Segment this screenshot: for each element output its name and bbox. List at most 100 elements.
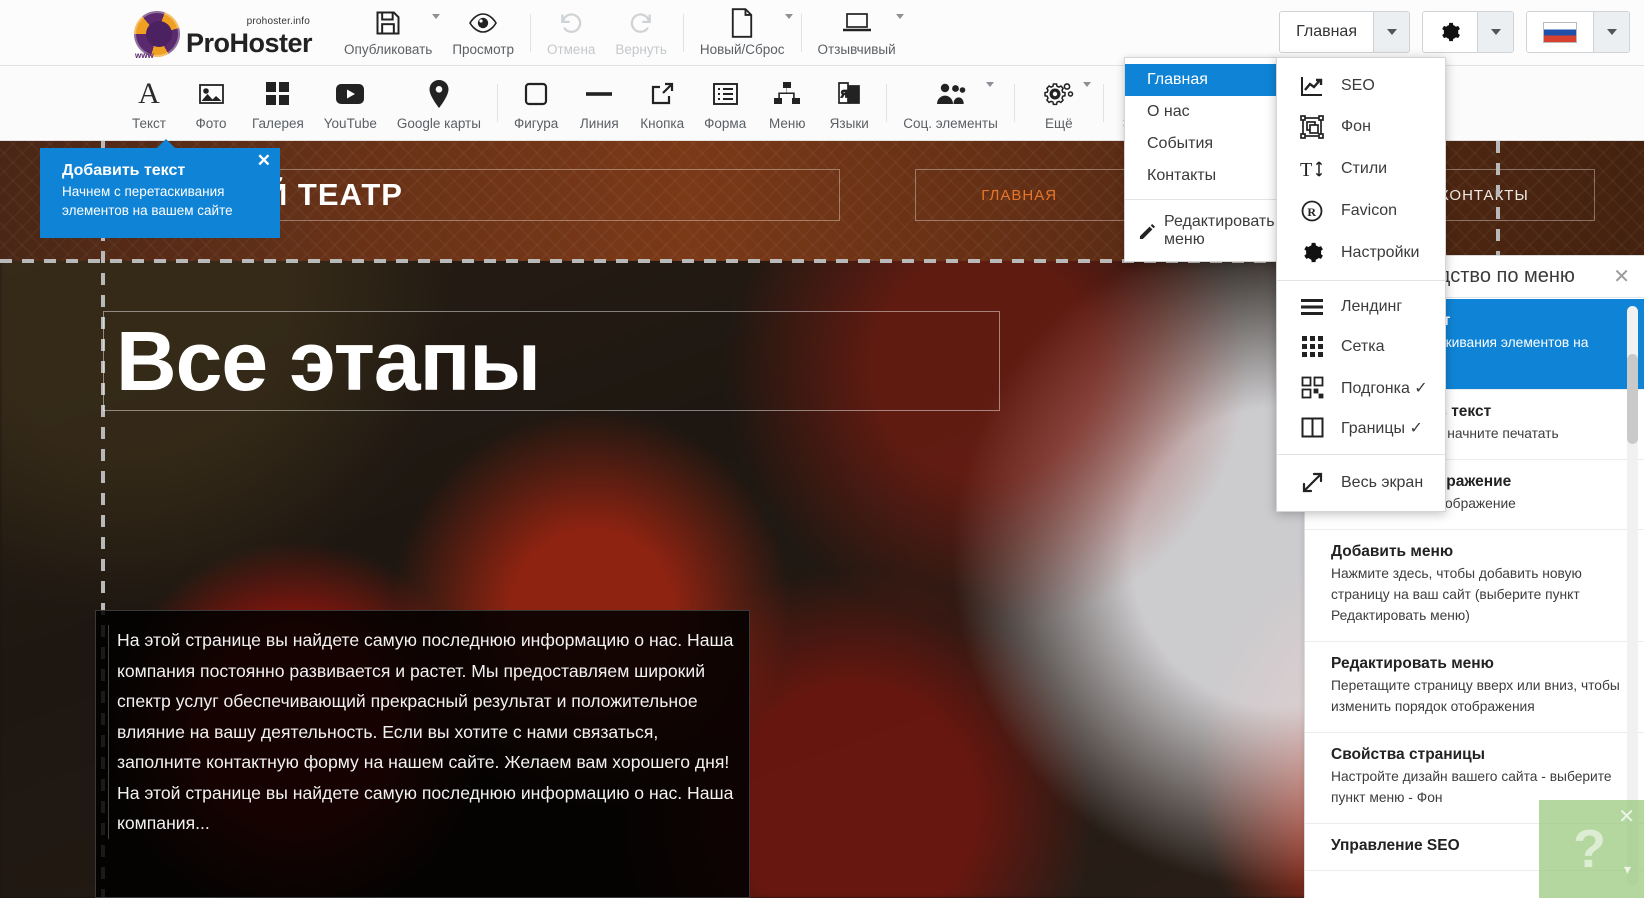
pages-dropdown-menu[interactable]: Главная О нас События Контакты Редактиро… [1124, 57, 1279, 262]
settings-item-favicon-label: Favicon [1341, 202, 1397, 220]
tool-gallery[interactable]: Галерея [242, 66, 314, 141]
settings-item-favicon[interactable]: R Favicon [1277, 190, 1445, 232]
laptop-icon [841, 8, 873, 38]
preview-label: Просмотр [452, 42, 514, 57]
settings-dropdown-menu[interactable]: SEO Фон T Стили R Favicon Настройки Ленд… [1276, 57, 1446, 512]
side-panel-scrollbar[interactable] [1627, 306, 1638, 886]
settings-item-grid[interactable]: Сетка [1277, 326, 1445, 367]
responsive-button[interactable]: Отзывчивый [808, 0, 906, 66]
tool-menu[interactable]: Меню [756, 66, 818, 141]
undo-button[interactable]: Отмена [537, 0, 605, 66]
new-reset-button[interactable]: Новый/Сброс [690, 0, 795, 66]
add-text-callout[interactable]: ✕ Добавить текст Начнем с перетаскивания… [40, 148, 280, 238]
help-widget[interactable]: ? ✕ ▾ [1539, 800, 1644, 898]
tool-photo[interactable]: Фото [180, 66, 242, 141]
collapse-icon[interactable]: ▾ [1624, 861, 1631, 878]
tool-button[interactable]: Кнопка [630, 66, 694, 141]
prohoster-logo[interactable]: www prohoster.info ProHoster [128, 7, 312, 59]
guide-item-heading: Добавить меню [1331, 543, 1622, 561]
menu-item-edit-menu[interactable]: Редактировать меню [1125, 207, 1278, 257]
tool-youtube[interactable]: YouTube [314, 66, 387, 141]
svg-text:Я: Я [841, 89, 848, 99]
chevron-down-icon[interactable] [432, 14, 440, 19]
chevron-down-icon[interactable] [896, 14, 904, 19]
hamburger-lines-icon [1299, 297, 1325, 317]
settings-dropdown-toggle[interactable] [1477, 12, 1513, 52]
pencil-icon [1139, 223, 1156, 240]
preview-button[interactable]: Просмотр [442, 0, 524, 66]
guide-item-heading: Свойства страницы [1331, 746, 1622, 764]
tool-google-maps[interactable]: Google карты [387, 66, 491, 141]
page-selector-value[interactable]: Главная [1280, 12, 1373, 52]
gear-icon [1439, 21, 1461, 43]
settings-button[interactable] [1423, 12, 1477, 52]
menu-item-events[interactable]: События [1125, 128, 1278, 160]
settings-item-borders[interactable]: Границы ✓ [1277, 408, 1445, 447]
logo-www-text: www [135, 51, 154, 60]
tool-text[interactable]: A Текст [118, 66, 180, 141]
settings-item-fullscreen[interactable]: Весь экран [1277, 462, 1445, 503]
close-icon[interactable]: ✕ [1618, 804, 1635, 829]
page-selector-dropdown-toggle[interactable] [1373, 12, 1409, 52]
background-icon [1299, 115, 1325, 139]
settings-item-background-label: Фон [1341, 118, 1371, 136]
settings-item-landing-label: Лендинг [1341, 298, 1402, 316]
settings-item-snap[interactable]: Подгонка ✓ [1277, 367, 1445, 408]
site-nav-item-contacts[interactable]: КОНТАКТЫ [1440, 187, 1529, 204]
headline-block[interactable]: Все этапы [103, 311, 1000, 411]
tool-social[interactable]: Соц. элементы [893, 66, 1008, 141]
language-dropdown-toggle[interactable] [1593, 12, 1629, 52]
settings-item-styles[interactable]: T Стили [1277, 148, 1445, 190]
settings-item-landing[interactable]: Лендинг [1277, 288, 1445, 326]
settings-item-fullscreen-label: Весь экран [1341, 474, 1423, 492]
grid-dots-icon [1299, 335, 1325, 358]
scrollbar-thumb[interactable] [1627, 354, 1638, 444]
share-arrow-icon [649, 76, 675, 112]
chevron-down-icon[interactable] [1083, 82, 1091, 87]
tool-menu-label: Меню [769, 116, 806, 131]
menu-item-edit-menu-label: Редактировать меню [1164, 213, 1278, 249]
settings-item-background[interactable]: Фон [1277, 106, 1445, 148]
close-icon[interactable]: ✕ [1613, 264, 1630, 289]
chevron-down-icon[interactable] [785, 14, 793, 19]
list-item[interactable]: Редактировать меню Перетащите страницу в… [1305, 642, 1644, 733]
russian-flag-icon [1543, 22, 1577, 43]
site-nav-item-home[interactable]: ГЛАВНАЯ [981, 187, 1057, 204]
menu-item-home[interactable]: Главная [1125, 64, 1278, 96]
tool-languages[interactable]: AЯ Языки [818, 66, 880, 141]
paragraph-block[interactable]: На этой странице вы найдете самую послед… [95, 610, 750, 898]
publish-button[interactable]: Опубликовать [334, 0, 442, 66]
chevron-down-icon[interactable] [986, 82, 994, 87]
language-button[interactable] [1527, 12, 1593, 52]
page-selector[interactable]: Главная [1279, 11, 1410, 53]
tool-button-label: Кнопка [640, 116, 684, 131]
language-button-group[interactable] [1526, 11, 1630, 53]
tool-social-label: Соц. элементы [903, 116, 998, 131]
tool-shape[interactable]: Фигура [504, 66, 568, 141]
headline-text: Все этапы [116, 319, 540, 403]
redo-button[interactable]: Вернуть [605, 0, 676, 66]
close-icon[interactable]: ✕ [257, 151, 271, 171]
menu-item-about[interactable]: О нас [1125, 96, 1278, 128]
tool-google-maps-label: Google карты [397, 116, 481, 131]
borders-icon [1299, 417, 1325, 438]
tool-form[interactable]: Форма [694, 66, 756, 141]
tool-line[interactable]: Линия [568, 66, 630, 141]
list-item[interactable]: Добавить меню Нажмите здесь, чтобы добав… [1305, 530, 1644, 642]
callout-title: Добавить текст [62, 162, 264, 180]
settings-item-settings[interactable]: Настройки [1277, 232, 1445, 273]
settings-item-seo[interactable]: SEO [1277, 66, 1445, 106]
menu-item-contacts[interactable]: Контакты [1125, 160, 1278, 192]
undo-icon [557, 8, 585, 38]
undo-label: Отмена [547, 42, 595, 57]
translate-icon: AЯ [836, 76, 862, 112]
toolbar-divider [1014, 84, 1015, 122]
settings-button-group[interactable] [1422, 11, 1514, 53]
line-icon [585, 76, 613, 112]
settings-item-snap-label: Подгонка ✓ [1341, 378, 1428, 398]
grid-four-icon [265, 76, 291, 112]
redo-label: Вернуть [615, 42, 666, 57]
tool-more[interactable]: Ещё [1021, 66, 1097, 141]
top-right-controls: Главная [1279, 11, 1630, 53]
logo-mark-icon: www [128, 7, 190, 59]
